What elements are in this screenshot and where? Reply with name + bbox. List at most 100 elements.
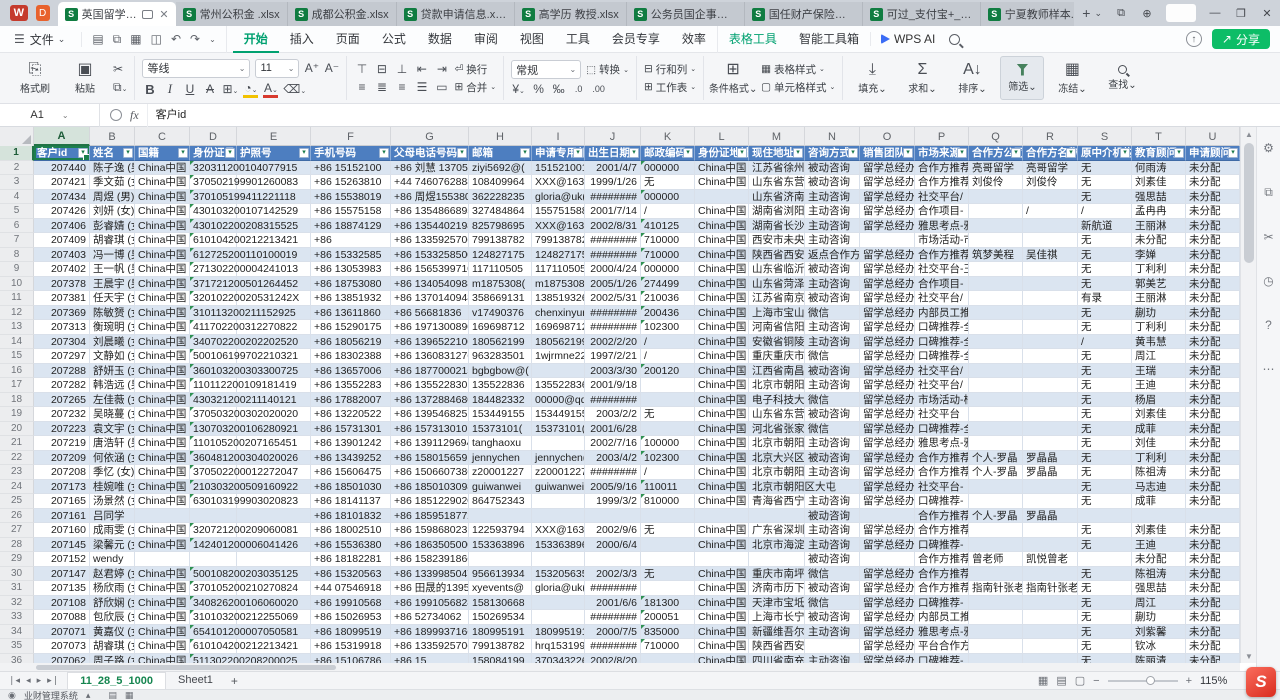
normal-view-icon[interactable]: ▦	[1038, 674, 1048, 687]
cell[interactable]: 207147	[34, 567, 90, 582]
column-header[interactable]: J	[585, 127, 641, 146]
cell[interactable]: 358669131	[469, 291, 532, 306]
cell[interactable]: 15373101(	[469, 422, 532, 437]
cell[interactable]: 罗晶晶	[1023, 465, 1078, 480]
cell[interactable]: 袁文宇 (女	[90, 422, 135, 437]
cell[interactable]: China中国	[695, 233, 749, 248]
cell[interactable]	[1023, 422, 1078, 437]
cell[interactable]	[969, 233, 1023, 248]
cell[interactable]: 丁利利	[1132, 320, 1186, 335]
cell[interactable]: China中国	[135, 523, 190, 538]
increase-indent-icon[interactable]: ⇥	[434, 62, 449, 76]
cell[interactable]: 320311200104077915	[190, 161, 237, 176]
cell[interactable]	[641, 552, 695, 567]
table-header-cell[interactable]: 邮政编码▾	[641, 146, 695, 161]
cell[interactable]: 158130668	[469, 596, 532, 611]
cell[interactable]	[1023, 567, 1078, 582]
row-header[interactable]: 23	[0, 465, 34, 480]
cell[interactable]: 雅思考点-雅	[915, 436, 969, 451]
cell[interactable]: 江苏省徐州	[749, 161, 805, 176]
cell[interactable]: 207108	[34, 596, 90, 611]
cell[interactable]: 上海市长宁	[749, 610, 805, 625]
cell[interactable]: 1999/1/26	[585, 175, 641, 190]
menu-item-context[interactable]: 智能工具箱	[788, 26, 870, 53]
next-sheet-icon[interactable]: ▸	[37, 675, 42, 686]
column-filter-button[interactable]: ▾	[848, 148, 858, 158]
panel-help-icon[interactable]: ?	[1265, 318, 1272, 332]
cell[interactable]: 207282	[34, 378, 90, 393]
row-header[interactable]: 1	[0, 146, 34, 161]
cell[interactable]: 杨欣雨 (女	[90, 581, 135, 596]
cell[interactable]: 留学总经办	[860, 190, 915, 205]
zoom-slider[interactable]	[1108, 680, 1178, 682]
cell[interactable]	[969, 538, 1023, 553]
cell[interactable]: 马志迪	[1132, 480, 1186, 495]
panel-more-icon[interactable]: ⋯	[1263, 362, 1275, 376]
row-header[interactable]: 29	[0, 552, 34, 567]
cell[interactable]	[641, 538, 695, 553]
cell[interactable]: 864752343	[469, 494, 532, 509]
cell[interactable]: 西安市未央	[749, 233, 805, 248]
cell[interactable]: 留学总经办	[860, 610, 915, 625]
cell[interactable]: 无	[1078, 378, 1132, 393]
cell[interactable]: 季忆 (女)	[90, 465, 135, 480]
cell[interactable]: 有录	[1078, 291, 1132, 306]
cell[interactable]: China中国	[135, 581, 190, 596]
cell[interactable]	[969, 349, 1023, 364]
cell[interactable]: bgbgbow@(	[469, 364, 532, 379]
cell[interactable]: +86 18002510	[311, 523, 391, 538]
cell[interactable]: 合作方推荐	[915, 581, 969, 596]
column-header[interactable]: D	[190, 127, 237, 146]
cell[interactable]: China中国	[695, 248, 749, 263]
row-header[interactable]: 10	[0, 277, 34, 292]
cell[interactable]: 207071	[34, 625, 90, 640]
cell[interactable]: 合作项目-	[915, 277, 969, 292]
cell[interactable]: xyevents@	[469, 581, 532, 596]
cell[interactable]: 135522836	[469, 378, 532, 393]
cell[interactable]: 未分配	[1186, 233, 1240, 248]
cell[interactable]: /	[641, 465, 695, 480]
cell[interactable]	[1023, 480, 1078, 495]
row-header[interactable]: 26	[0, 509, 34, 524]
cell[interactable]: +86 1573130101	[391, 422, 469, 437]
cell[interactable]: 亮哥留学	[1023, 161, 1078, 176]
cell[interactable]: 130703200106280921	[190, 422, 237, 437]
cell[interactable]: /	[1078, 204, 1132, 219]
cell[interactable]: China中国	[695, 378, 749, 393]
cell[interactable]	[1078, 509, 1132, 524]
page-view-icon[interactable]: ▤	[1056, 674, 1066, 687]
zoom-slider-knob[interactable]	[1146, 676, 1155, 685]
cell[interactable]: 未分配	[1186, 248, 1240, 263]
cell[interactable]: 未分配	[1186, 378, 1240, 393]
cell[interactable]: 无	[1078, 581, 1132, 596]
cell[interactable]: XXX@163.c	[532, 219, 585, 234]
cell[interactable]: 未分配	[1186, 451, 1240, 466]
cell[interactable]: 重庆市南坪	[749, 567, 805, 582]
cell[interactable]: 王瑞	[1132, 364, 1186, 379]
cell[interactable]: 雅思考点-雅	[915, 219, 969, 234]
menu-item[interactable]: 插入	[279, 26, 325, 53]
column-filter-button[interactable]: ▾	[178, 148, 188, 158]
cell[interactable]: 153449155	[532, 407, 585, 422]
cell[interactable]: 蒯玏	[1132, 306, 1186, 321]
cell[interactable]: China中国	[135, 639, 190, 654]
justify-icon[interactable]: ☰	[414, 80, 429, 94]
cell[interactable]: 被动咨询	[805, 364, 860, 379]
cell[interactable]: 未分配	[1186, 596, 1240, 611]
cell[interactable]: 207406	[34, 219, 90, 234]
cell[interactable]: 周子路 (女	[90, 654, 135, 664]
cell[interactable]: China中国	[135, 538, 190, 553]
cell[interactable]: XXX@163.c	[532, 175, 585, 190]
cell[interactable]: +86 15290175	[311, 320, 391, 335]
cell[interactable]	[469, 552, 532, 567]
cell[interactable]	[1023, 639, 1078, 654]
cell[interactable]: 社交平台/	[915, 291, 969, 306]
cell[interactable]: 合作项目-	[915, 204, 969, 219]
table-header-cell[interactable]: 合作方名称▾	[1023, 146, 1078, 161]
cell[interactable]: China中国	[135, 190, 190, 205]
row-header[interactable]: 34	[0, 625, 34, 640]
cell[interactable]	[469, 509, 532, 524]
cell[interactable]: 冯一博 (男	[90, 248, 135, 263]
cell[interactable]: 湖南省浏阳	[749, 204, 805, 219]
column-filter-button[interactable]: ▾	[457, 148, 467, 158]
